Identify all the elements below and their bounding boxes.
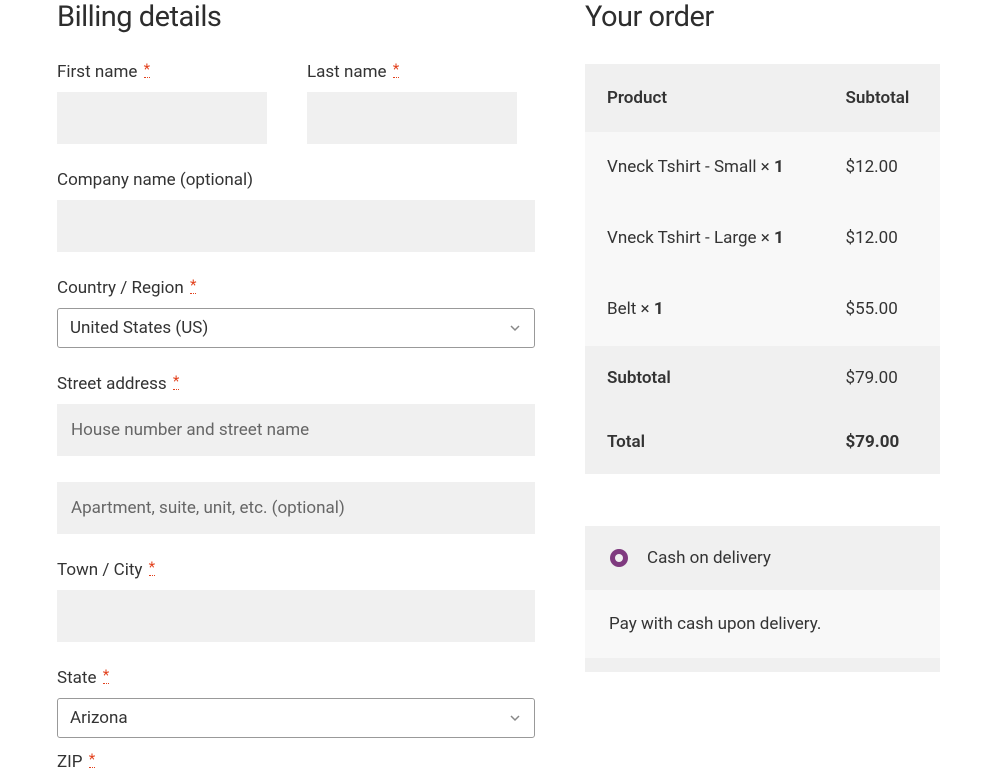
country-label-text: Country / Region	[57, 278, 184, 298]
required-asterisk: *	[89, 752, 95, 768]
state-select[interactable]: Arizona	[57, 698, 535, 738]
required-asterisk: *	[393, 62, 399, 78]
first-name-input[interactable]	[57, 92, 267, 144]
state-label-text: State	[57, 668, 96, 688]
street-address-2-input[interactable]	[57, 482, 535, 534]
order-subtotal-value: $79.00	[824, 346, 940, 410]
order-heading: Your order	[585, 0, 940, 34]
city-label-text: Town / City	[57, 560, 142, 580]
order-col-product: Product	[585, 64, 824, 132]
street-address-1-input[interactable]	[57, 404, 535, 456]
order-item-row: Vneck Tshirt - Small × 1 $12.00	[585, 132, 940, 203]
payment-option-description: Pay with cash upon delivery.	[585, 590, 940, 658]
company-input[interactable]	[57, 200, 535, 252]
order-item-qty: 1	[654, 299, 664, 319]
order-item-row: Vneck Tshirt - Large × 1 $12.00	[585, 203, 940, 274]
zip-label-text: ZIP	[57, 752, 83, 772]
required-asterisk: *	[149, 560, 155, 576]
first-name-label-text: First name	[57, 62, 137, 82]
order-col-subtotal: Subtotal	[824, 64, 940, 132]
state-select-value: Arizona	[70, 708, 128, 728]
order-subtotal-label: Subtotal	[585, 346, 824, 410]
city-label: Town / City *	[57, 560, 535, 580]
order-item-qty: 1	[774, 228, 784, 248]
order-item-qty-sep: ×	[636, 299, 654, 319]
country-label: Country / Region *	[57, 278, 535, 298]
country-select-value: United States (US)	[70, 318, 208, 338]
city-input[interactable]	[57, 590, 535, 642]
chevron-down-icon	[502, 315, 528, 341]
payment-methods: Cash on delivery Pay with cash upon deli…	[585, 526, 940, 672]
zip-label: ZIP *	[57, 752, 535, 772]
required-asterisk: *	[144, 62, 150, 78]
company-label: Company name (optional)	[57, 170, 535, 190]
order-item-price: $55.00	[824, 274, 940, 345]
last-name-label-text: Last name	[307, 62, 387, 82]
order-item-row: Belt × 1 $55.00	[585, 274, 940, 345]
order-item-price: $12.00	[824, 132, 940, 203]
order-item-qty-sep: ×	[757, 228, 775, 248]
order-summary-table: Product Subtotal Vneck Tshirt - Small × …	[585, 64, 940, 474]
order-item-product: Belt	[607, 299, 636, 319]
order-item-product: Vneck Tshirt - Small	[607, 157, 756, 177]
payment-option-label: Cash on delivery	[647, 548, 771, 568]
order-total-label: Total	[585, 410, 824, 474]
last-name-label: Last name *	[307, 62, 535, 82]
country-select[interactable]: United States (US)	[57, 308, 535, 348]
required-asterisk: *	[103, 668, 109, 684]
required-asterisk: *	[190, 278, 196, 294]
state-label: State *	[57, 668, 535, 688]
order-item-qty: 1	[774, 157, 784, 177]
order-item-qty-sep: ×	[756, 157, 774, 177]
order-item-product: Vneck Tshirt - Large	[607, 228, 757, 248]
radio-selected-icon	[609, 548, 629, 568]
order-total-value: $79.00	[824, 410, 940, 474]
required-asterisk: *	[173, 374, 179, 390]
payment-option-cod[interactable]: Cash on delivery	[585, 526, 940, 590]
street-label-text: Street address	[57, 374, 167, 394]
street-label: Street address *	[57, 374, 535, 394]
chevron-down-icon	[502, 705, 528, 731]
payment-footer-strip	[585, 658, 940, 672]
order-item-name: Vneck Tshirt - Small × 1	[585, 132, 824, 203]
order-item-price: $12.00	[824, 203, 940, 274]
order-item-name: Vneck Tshirt - Large × 1	[585, 203, 824, 274]
first-name-label: First name *	[57, 62, 285, 82]
order-item-name: Belt × 1	[585, 274, 824, 345]
last-name-input[interactable]	[307, 92, 517, 144]
billing-heading: Billing details	[57, 0, 535, 34]
